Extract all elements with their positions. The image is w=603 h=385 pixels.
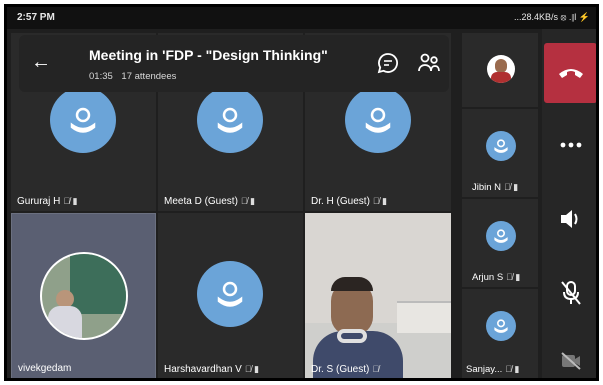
chalkboard-graphic: [70, 254, 126, 314]
mic-muted-icon: 🎙̸: [372, 364, 380, 374]
participant-name: Meeta D (Guest) 🎙̸ ▮: [164, 196, 255, 207]
name-label: Harshavardhan V: [164, 364, 242, 375]
avatar-photo: [40, 252, 128, 340]
person-hair-graphic: [331, 277, 373, 291]
participant-tile-harsha[interactable]: Harshavardhan V 🎙̸ ▮: [158, 213, 303, 378]
participant-tile-self[interactable]: [462, 33, 538, 107]
name-label: Sanjay...: [466, 364, 503, 375]
participant-name: vivekgedam: [18, 363, 71, 374]
meeting-info: 01:35 17 attendees: [89, 71, 182, 82]
name-label: Dr. H (Guest): [311, 196, 370, 207]
participant-name: Jibin N 🎙̸ ▮: [472, 182, 518, 193]
more-dots-icon: [560, 142, 581, 148]
participant-tile-drs[interactable]: Dr. S (Guest) 🎙̸: [305, 213, 451, 378]
mic-muted-icon: 🎙̸ ▮: [506, 272, 521, 282]
meeting-header: ← Meeting in 'FDP - "Design Thinking" 01…: [19, 35, 449, 92]
avatar: [197, 261, 263, 327]
status-bar: 2:57 PM ...28.4KB/s ⦻ .∥l ⚡: [7, 7, 596, 29]
more-options-button[interactable]: [542, 125, 596, 165]
hang-up-icon: [559, 69, 583, 78]
person-icon: [365, 107, 391, 133]
chat-icon[interactable]: [376, 51, 400, 75]
mic-muted-icon: 🎙̸ ▮: [504, 182, 519, 192]
participant-tile-sanjay[interactable]: Sanjay... 🎙̸ ▮: [462, 289, 538, 378]
headphones-graphic: [337, 329, 367, 343]
avatar: [486, 131, 516, 161]
name-label: Jibin N: [472, 182, 502, 193]
speaker-button[interactable]: [542, 199, 596, 239]
mic-muted-icon: 🎙̸ ▮: [505, 364, 520, 374]
avatar: [486, 311, 516, 341]
camera-button[interactable]: [542, 341, 596, 378]
participant-tile-vivek[interactable]: vivekgedam: [11, 213, 156, 378]
attendee-count: 17 attendees: [121, 71, 177, 82]
person-icon: [217, 107, 243, 133]
avatar: [197, 87, 263, 153]
mic-muted-icon: 🎙̸ ▮: [244, 364, 260, 374]
person-body-graphic: [48, 306, 82, 338]
end-call-button[interactable]: [544, 43, 596, 103]
person-icon: [70, 107, 96, 133]
participant-name: Gururaj H 🎙̸ ▮: [17, 196, 78, 207]
status-time: 2:57 PM: [17, 12, 55, 23]
person-icon: [494, 229, 508, 243]
person-icon: [494, 139, 508, 153]
person-head-graphic: [495, 59, 507, 73]
avatar: [50, 87, 116, 153]
mic-muted-icon: 🎙̸ ▮: [372, 196, 388, 206]
person-icon: [494, 319, 508, 333]
avatar: [345, 87, 411, 153]
call-controls: [542, 29, 596, 378]
name-label: Gururaj H: [17, 196, 61, 207]
mute-button[interactable]: [542, 273, 596, 313]
meeting-title: Meeting in 'FDP - "Design Thinking": [89, 47, 328, 63]
camera-off-icon: [560, 352, 581, 370]
phone-screen: 2:57 PM ...28.4KB/s ⦻ .∥l ⚡ Gururaj H 🎙̸ …: [4, 4, 599, 381]
participant-tile-jibin[interactable]: Jibin N 🎙̸ ▮: [462, 109, 538, 197]
name-label: Arjun S: [472, 272, 504, 283]
participant-name: Sanjay... 🎙̸ ▮: [466, 364, 519, 375]
name-label: Dr. S (Guest): [311, 364, 370, 375]
person-body-graphic: [491, 72, 511, 83]
name-label: Meeta D (Guest): [164, 196, 238, 207]
avatar-photo: [487, 55, 515, 83]
mic-muted-icon: 🎙̸ ▮: [240, 196, 256, 206]
status-network: ...28.4KB/s ⦻ .∥l ⚡: [513, 12, 590, 22]
participant-name: Dr. S (Guest) 🎙̸: [311, 364, 379, 375]
video-grid: Gururaj H 🎙̸ ▮ Meeta D (Guest) 🎙̸ ▮ Dr. H …: [11, 33, 538, 378]
participant-name: Dr. H (Guest) 🎙̸ ▮: [311, 196, 387, 207]
participant-name: Harshavardhan V 🎙̸ ▮: [164, 364, 259, 375]
mic-off-icon: [560, 281, 581, 305]
back-arrow-icon[interactable]: ←: [31, 52, 51, 72]
meeting-duration: 01:35: [89, 71, 113, 82]
participant-tile-arjun[interactable]: Arjun S 🎙̸ ▮: [462, 199, 538, 287]
name-label: vivekgedam: [18, 363, 72, 374]
participants-icon[interactable]: [417, 51, 441, 75]
participant-name: Arjun S 🎙̸ ▮: [472, 272, 520, 283]
mic-muted-icon: 🎙̸ ▮: [63, 196, 78, 206]
person-icon: [217, 281, 243, 307]
avatar: [486, 221, 516, 251]
shelf-graphic: [397, 301, 451, 333]
speaker-icon: [560, 210, 577, 228]
